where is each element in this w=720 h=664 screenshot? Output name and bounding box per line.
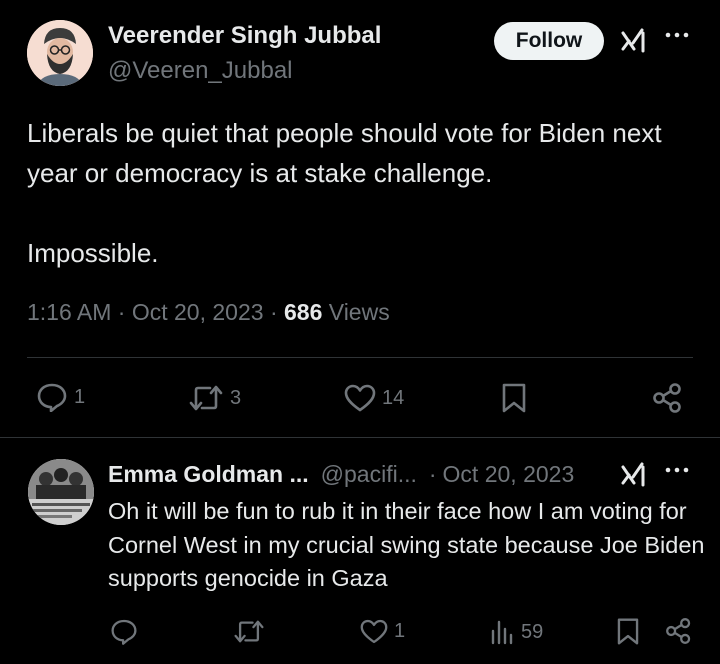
tweet-date[interactable]: Oct 20, 2023 — [132, 299, 264, 325]
reply-author-name[interactable]: Emma Goldman ... — [108, 461, 309, 488]
reply-icon — [37, 383, 67, 412]
reply-text: Oh it will be fun to rub it in their fac… — [108, 498, 705, 591]
reply-author-avatar[interactable] — [28, 459, 94, 525]
reply-author-handle[interactable]: @pacifi... — [321, 461, 417, 488]
author-handle[interactable]: @Veeren_Jubbal — [108, 57, 293, 85]
repost-icon — [189, 385, 223, 411]
bookmark-icon[interactable] — [501, 382, 527, 414]
like-count: 1 — [394, 620, 406, 642]
grok-icon[interactable] — [620, 461, 648, 489]
tweet-text: Liberals be quiet that people should vot… — [27, 113, 697, 273]
follow-button[interactable]: Follow — [494, 22, 604, 60]
views-count: 59 — [521, 620, 544, 643]
reply-header: Emma Goldman ... @pacifi... · Oct 20, 20… — [108, 461, 574, 488]
share-icon[interactable] — [652, 382, 684, 414]
repost-icon — [234, 620, 264, 643]
author-avatar[interactable] — [27, 20, 93, 86]
bookmark-icon[interactable] — [616, 617, 640, 646]
tweet-text-paragraph-2: Impossible. — [27, 238, 159, 268]
more-icon[interactable] — [664, 30, 690, 40]
like-button[interactable]: 14 — [344, 384, 404, 412]
heart-icon — [344, 384, 376, 412]
meta-separator: · — [428, 461, 437, 487]
divider — [27, 357, 693, 358]
divider — [0, 437, 720, 438]
views-icon — [491, 620, 513, 645]
reply-icon — [111, 619, 137, 645]
share-icon[interactable] — [665, 617, 693, 645]
heart-icon — [360, 619, 388, 644]
like-button[interactable]: 1 — [360, 619, 405, 644]
reply-date[interactable]: Oct 20, 2023 — [443, 461, 575, 488]
like-count: 14 — [382, 386, 405, 409]
author-name[interactable]: Veerender Singh Jubbal — [108, 22, 381, 50]
meta-separator: · — [117, 299, 126, 325]
repost-button[interactable]: 3 — [188, 384, 241, 412]
reply-button[interactable]: 1 — [36, 382, 85, 412]
tweet-meta: 1:16 AM · Oct 20, 2023 · 686 Views — [27, 299, 390, 326]
tweet-text-paragraph-1: Liberals be quiet that people should vot… — [27, 118, 662, 188]
tweet-time[interactable]: 1:16 AM — [27, 299, 111, 325]
views-button[interactable]: 59 — [489, 619, 543, 645]
repost-button[interactable] — [233, 619, 265, 644]
repost-count: 3 — [230, 386, 242, 409]
meta-separator: · — [269, 299, 278, 325]
views-label: Views — [328, 299, 390, 325]
reply-button[interactable] — [110, 618, 138, 645]
more-icon[interactable] — [664, 465, 690, 475]
grok-icon[interactable] — [620, 27, 648, 55]
views-count: 686 — [284, 299, 323, 325]
reply-count: 1 — [74, 385, 86, 408]
